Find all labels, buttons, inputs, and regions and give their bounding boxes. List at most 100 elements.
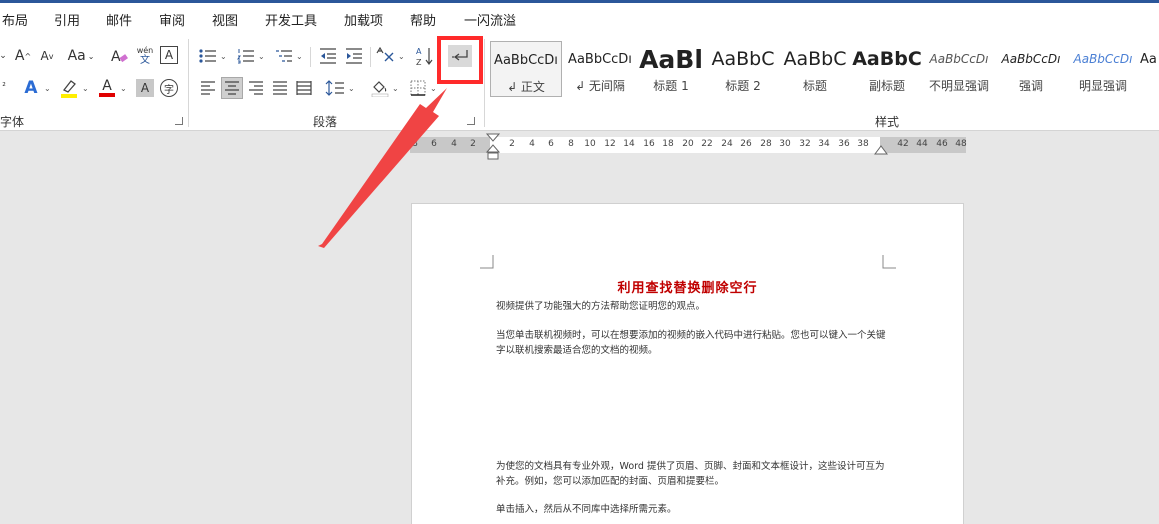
tab-yishan[interactable]: 一闪流溢 (464, 10, 516, 29)
ruler-tick-label: 20 (682, 139, 694, 149)
tab-mailings[interactable]: 邮件 (106, 10, 132, 29)
ruler-tick-label: 6 (431, 139, 437, 149)
character-shading-button[interactable]: A (136, 79, 154, 97)
font-color-dropdown[interactable]: ⌄ (120, 84, 127, 93)
ruler-tick-label: 38 (857, 139, 869, 149)
style-preview: Aa (1140, 51, 1157, 67)
align-right-button[interactable] (246, 77, 266, 99)
style-preview: AaBl (639, 44, 703, 74)
sort-button[interactable]: AZ (414, 43, 436, 69)
indent-marker-left[interactable] (486, 133, 500, 161)
justify-icon (273, 81, 287, 95)
phonetic-guide-button[interactable]: wén 文 (136, 43, 154, 69)
clear-formatting-button[interactable]: A (108, 45, 130, 67)
increase-indent-button[interactable] (344, 45, 364, 67)
tab-help[interactable]: 帮助 (410, 10, 436, 29)
ruler-tick-label: 32 (799, 139, 811, 149)
style-name: 标题 1 (653, 79, 689, 93)
justify-button[interactable] (270, 77, 290, 99)
font-dialog-launcher[interactable] (175, 117, 183, 125)
style-normal[interactable]: AaBbCcDı ↲ 正文 (490, 41, 562, 97)
ruler-tick-label: 2 (509, 139, 515, 149)
margin-corner-mark (882, 255, 896, 269)
bullets-button[interactable] (198, 45, 218, 67)
multilevel-dropdown[interactable]: ⌄ (296, 52, 303, 61)
tab-review[interactable]: 审阅 (159, 10, 185, 29)
character-border-button[interactable]: A (160, 46, 178, 64)
enclose-characters-button[interactable]: 字 (160, 79, 178, 97)
svg-text:A: A (416, 47, 422, 56)
distributed-icon (296, 81, 312, 95)
style-name: ↲ 无间隔 (575, 79, 625, 93)
style-heading-1[interactable]: AaBl 标题 1 (638, 41, 704, 97)
align-center-button[interactable] (221, 77, 243, 99)
numbering-icon (237, 49, 254, 64)
style-intense-emphasis[interactable]: AaBbCcDı 明显强调 (1068, 41, 1138, 97)
document-paragraph: 当您单击联机视频时，可以在想要添加的视频的嵌入代码中进行粘贴。您也可以键入一个关… (496, 330, 886, 356)
align-left-button[interactable] (198, 77, 218, 99)
chinese-layout-dropdown[interactable]: ⌄ (398, 52, 405, 61)
bullets-dropdown[interactable]: ⌄ (220, 52, 227, 61)
line-spacing-button[interactable] (324, 77, 346, 99)
highlight-dropdown[interactable]: ⌄ (82, 84, 89, 93)
style-title[interactable]: AaBbC 标题 (780, 41, 850, 97)
style-subtle-emphasis[interactable]: AaBbCcDı 不明显强调 (924, 41, 994, 97)
numbering-dropdown[interactable]: ⌄ (258, 52, 265, 61)
ruler-tick-label: 30 (779, 139, 791, 149)
style-no-spacing[interactable]: AaBbCcDı ↲ 无间隔 (564, 41, 636, 97)
tab-view[interactable]: 视图 (212, 10, 238, 29)
shading-button[interactable] (370, 77, 390, 99)
grow-font-button[interactable]: A ^ (12, 45, 34, 67)
chinese-layout-button[interactable] (374, 45, 396, 67)
highlight-button[interactable] (58, 77, 80, 99)
borders-button[interactable] (408, 77, 428, 99)
paragraph-dialog-launcher[interactable] (467, 117, 475, 125)
highlight-box (437, 36, 483, 84)
line-spacing-dropdown[interactable]: ⌄ (348, 84, 355, 93)
document-paragraph: 单击插入，然后从不同库中选择所需元素。 (496, 504, 677, 515)
change-case-button[interactable]: Aa ⌄ (66, 45, 96, 67)
style-heading-2[interactable]: AaBbC 标题 2 (708, 41, 778, 97)
decrease-indent-button[interactable] (318, 45, 338, 67)
clear-format-icon: A (111, 49, 128, 65)
style-preview: AaBbC (852, 48, 922, 70)
multilevel-list-icon (276, 50, 292, 62)
style-preview: AaBbC (711, 48, 775, 70)
ruler-tick-label: 18 (662, 139, 674, 149)
tab-developer[interactable]: 开发工具 (265, 10, 317, 29)
align-left-icon (201, 81, 215, 95)
ruler-tick-label: 46 (936, 139, 948, 149)
style-preview: AaBbCcDı (1001, 52, 1061, 66)
document-page[interactable]: 利用查找替换删除空行 视频提供了功能强大的方法帮助您证明您的观点。 当您单击联机… (411, 203, 964, 524)
highlighter-icon (61, 80, 77, 98)
style-preview: AaBbCcDı (929, 52, 989, 66)
tab-layout[interactable]: 布局 (2, 10, 28, 29)
numbering-button[interactable] (236, 45, 256, 67)
style-preview: AaBbC (783, 48, 847, 70)
multilevel-list-button[interactable] (274, 45, 294, 67)
tab-references[interactable]: 引用 (54, 10, 80, 29)
group-separator (310, 47, 311, 67)
ruler-tick-label: 8 (412, 139, 418, 149)
superscript-button[interactable]: ² (0, 77, 8, 97)
align-center-icon (225, 81, 239, 95)
ruler-left-margin (410, 137, 490, 153)
font-size-dropdown-edge[interactable]: ⌄ (0, 47, 7, 65)
indent-marker-right[interactable] (874, 144, 888, 156)
style-emphasis[interactable]: AaBbCcDı 强调 (996, 41, 1066, 97)
distributed-button[interactable] (294, 77, 314, 99)
style-subtitle[interactable]: AaBbC 副标题 (852, 41, 922, 97)
shading-dropdown[interactable]: ⌄ (392, 84, 399, 93)
font-group-label: 字体 (0, 115, 25, 129)
borders-dropdown[interactable]: ⌄ (430, 84, 437, 93)
shrink-font-button[interactable]: Av (36, 45, 58, 67)
tab-addins[interactable]: 加载项 (344, 10, 383, 29)
text-effects-dropdown[interactable]: ⌄ (44, 84, 51, 93)
ruler-tick-label: 44 (916, 139, 928, 149)
ruler-tick-label: 8 (568, 139, 574, 149)
style-partial[interactable]: Aa (1140, 41, 1159, 97)
font-color-button[interactable]: A (96, 77, 118, 99)
style-name: 副标题 (868, 79, 905, 93)
text-effects-button[interactable]: A (20, 77, 42, 99)
bullets-icon (199, 49, 216, 63)
